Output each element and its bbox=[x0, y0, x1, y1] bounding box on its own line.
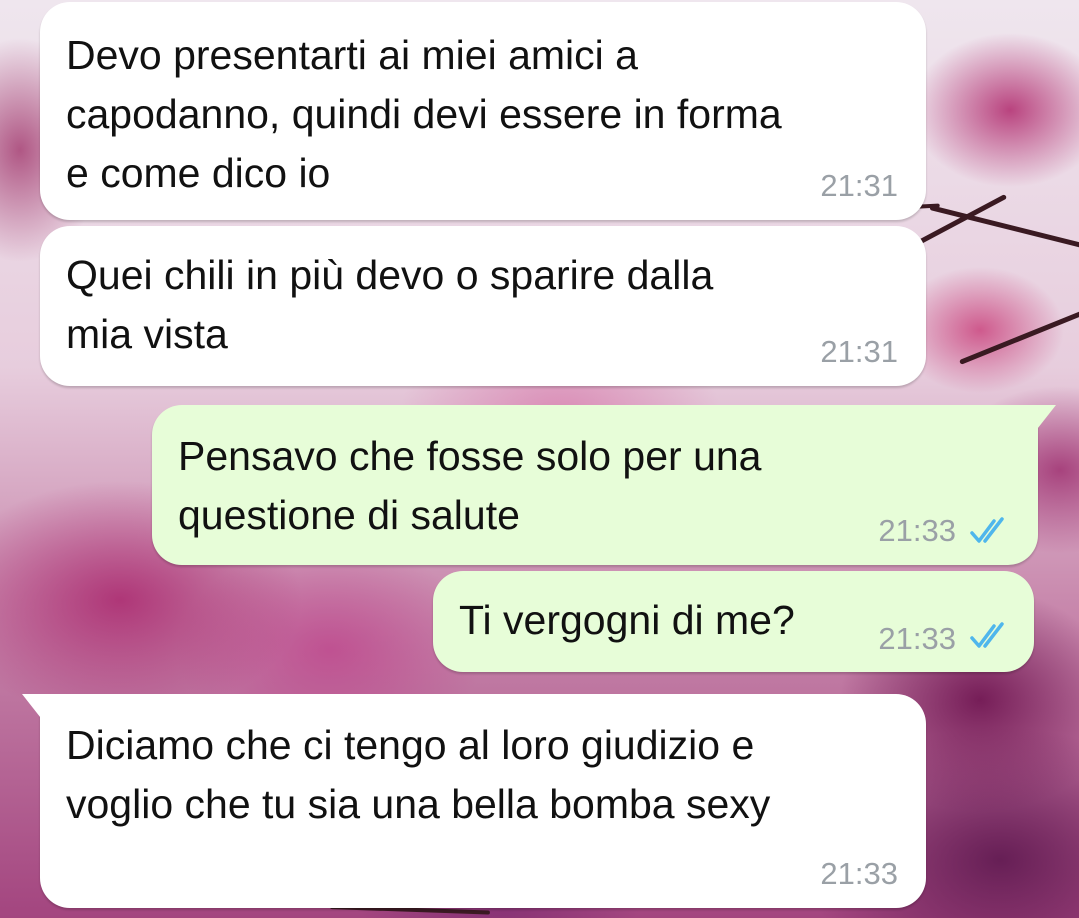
outgoing-message[interactable]: Pensavo che fosse solo per una questione… bbox=[152, 405, 1056, 565]
incoming-message[interactable]: Devo presentarti ai miei amici a capodan… bbox=[40, 2, 926, 220]
message-time: 21:33 bbox=[878, 513, 956, 548]
incoming-message[interactable]: Quei chili in più devo o sparire dalla m… bbox=[40, 226, 926, 386]
message-time: 21:31 bbox=[820, 168, 898, 203]
read-double-check-icon bbox=[970, 622, 1004, 648]
outgoing-message[interactable]: Ti vergogni di me? 21:33 bbox=[433, 571, 1034, 672]
incoming-message[interactable]: Diciamo che ci tengo al loro giudizio e … bbox=[22, 694, 926, 908]
message-time: 21:31 bbox=[820, 334, 898, 369]
message-text: Devo presentarti ai miei amici a capodan… bbox=[66, 32, 782, 196]
message-text: Quei chili in più devo o sparire dalla m… bbox=[66, 252, 714, 357]
read-double-check-icon bbox=[970, 517, 1004, 543]
bubble-tail bbox=[22, 694, 44, 722]
bubble-tail bbox=[1034, 405, 1056, 433]
message-time: 21:33 bbox=[820, 856, 898, 891]
message-text: Pensavo che fosse solo per una questione… bbox=[178, 433, 762, 538]
message-text: Diciamo che ci tengo al loro giudizio e … bbox=[66, 722, 771, 827]
message-time: 21:33 bbox=[878, 621, 956, 656]
message-text: Ti vergogni di me? bbox=[459, 597, 795, 643]
